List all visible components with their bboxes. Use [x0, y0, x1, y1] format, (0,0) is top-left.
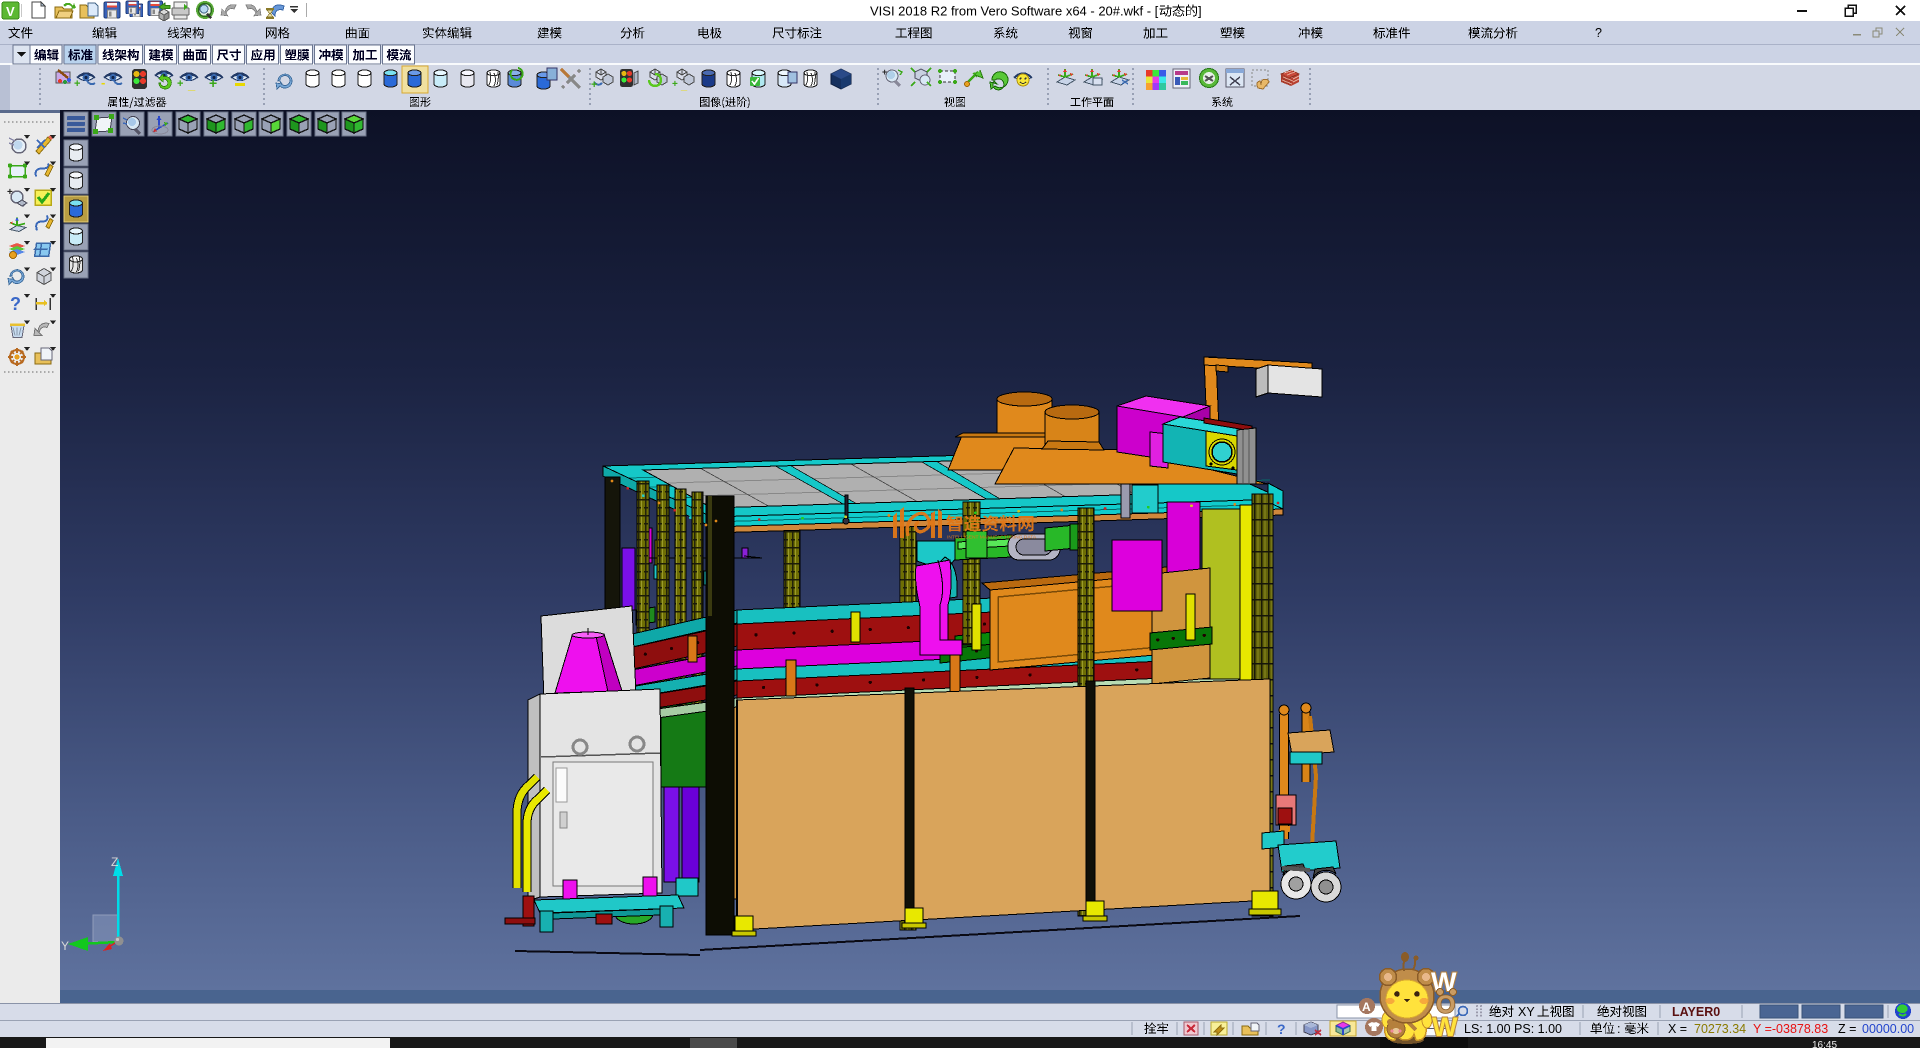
svg-text:_: _: [680, 80, 688, 92]
svg-text:+: +: [882, 67, 887, 77]
svg-text:INTELLIGENT MANUFACTURING DATA: INTELLIGENT MANUFACTURING DATA: [947, 535, 1037, 541]
svg-text:V: V: [6, 4, 15, 19]
svg-text::: :: [1617, 1022, 1620, 1036]
svg-text:+: +: [672, 79, 678, 90]
svg-text:-: -: [101, 75, 105, 90]
svg-text:+: +: [74, 78, 80, 90]
svg-text:?: ?: [1595, 26, 1602, 40]
svg-text:W: W: [1432, 1012, 1458, 1042]
svg-text:16:45: 16:45: [1812, 1040, 1837, 1048]
svg-text:Z: Z: [111, 855, 118, 869]
svg-text:_: _: [187, 77, 196, 92]
svg-text:LAYER0: LAYER0: [1672, 1005, 1720, 1019]
svg-text:XY: XY: [1518, 1005, 1535, 1019]
svg-text:+: +: [177, 78, 183, 90]
svg-text:+: +: [7, 187, 13, 198]
svg-text:+: +: [591, 79, 597, 91]
svg-text:Y: Y: [61, 939, 69, 953]
svg-text:?: ?: [10, 294, 21, 314]
svg-text:A: A: [1362, 1000, 1371, 1014]
svg-text:+: +: [209, 75, 217, 91]
svg-text:X =70273.34Y =-03878.83Z =0000: X =70273.34Y =-03878.83Z =00000.00: [1668, 1022, 1914, 1036]
svg-text:LS: 1.00 PS: 1.00: LS: 1.00 PS: 1.00: [1464, 1022, 1562, 1036]
svg-text:VISI 2018 R2 from Vero Softwar: VISI 2018 R2 from Vero Software x64 - 20…: [870, 4, 1159, 19]
svg-text:?: ?: [1277, 1021, 1286, 1037]
svg-text:]: ]: [1198, 4, 1202, 19]
